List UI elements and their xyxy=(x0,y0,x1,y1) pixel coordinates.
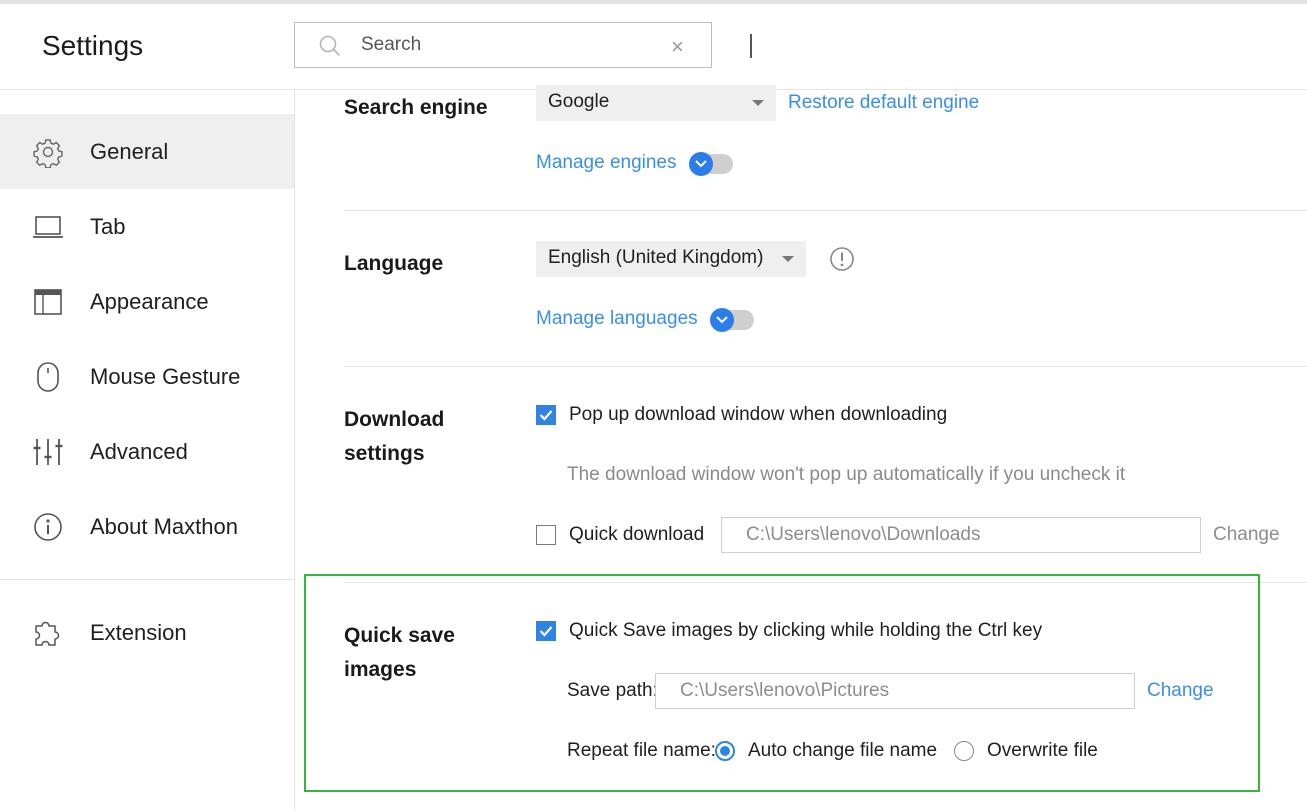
search-engine-select[interactable]: Google xyxy=(536,85,776,121)
sidebar-item-label: Appearance xyxy=(90,289,209,314)
change-download-path-button[interactable]: Change xyxy=(1213,524,1280,546)
clear-search-icon[interactable]: × xyxy=(671,34,684,60)
window-icon xyxy=(34,289,62,315)
sidebar-divider xyxy=(0,579,294,580)
mouse-icon xyxy=(37,362,59,392)
download-settings-title: Download xyxy=(344,408,445,431)
download-settings-title-line2: settings xyxy=(344,442,425,465)
language-value: English (United Kingdom) xyxy=(548,247,764,268)
popup-download-hint: The download window won't pop up automat… xyxy=(567,464,1126,485)
quick-download-label: Quick download xyxy=(569,524,705,545)
sidebar: General Tab Appearance Mouse Gesture Adv… xyxy=(0,90,295,811)
section-divider xyxy=(344,210,1307,211)
sidebar-item-advanced[interactable]: Advanced xyxy=(0,414,294,489)
chevron-down-icon xyxy=(752,100,764,106)
popup-download-checkbox[interactable] xyxy=(536,405,556,425)
sidebar-item-about[interactable]: About Maxthon xyxy=(0,489,294,564)
sidebar-item-tab[interactable]: Tab xyxy=(0,189,294,264)
restore-default-engine-link[interactable]: Restore default engine xyxy=(788,92,979,114)
language-select[interactable]: English (United Kingdom) xyxy=(536,241,806,277)
search-icon xyxy=(319,35,341,57)
sidebar-item-label: About Maxthon xyxy=(90,514,238,539)
top-border xyxy=(0,0,1307,4)
manage-engines-link[interactable]: Manage engines xyxy=(536,152,677,174)
download-path-field[interactable] xyxy=(721,517,1201,553)
toggle-knob xyxy=(710,308,734,332)
manage-languages-toggle[interactable] xyxy=(710,308,754,332)
alert-icon[interactable] xyxy=(829,246,855,272)
chevron-down-icon xyxy=(695,160,707,168)
sidebar-item-label: Extension xyxy=(90,620,187,645)
manage-languages-link[interactable]: Manage languages xyxy=(536,308,698,330)
language-title: Language xyxy=(344,252,444,275)
sidebar-item-general[interactable]: General xyxy=(0,114,294,189)
search-engine-title: Search engine xyxy=(344,96,488,119)
info-icon xyxy=(34,513,62,541)
quick-download-checkbox[interactable] xyxy=(536,525,556,545)
sidebar-item-extension[interactable]: Extension xyxy=(0,595,294,670)
sidebar-item-appearance[interactable]: Appearance xyxy=(0,264,294,339)
sidebar-item-label: Advanced xyxy=(90,439,188,464)
sidebar-item-label: General xyxy=(90,139,169,164)
search-box[interactable]: × xyxy=(294,22,712,68)
gear-icon xyxy=(33,139,63,168)
chevron-down-icon xyxy=(716,316,728,324)
toggle-knob xyxy=(689,152,713,176)
highlight-box xyxy=(304,574,1260,792)
checkmark-icon xyxy=(539,410,553,421)
manage-engines-toggle[interactable] xyxy=(689,152,733,176)
sidebar-item-mouse-gesture[interactable]: Mouse Gesture xyxy=(0,339,294,414)
search-input[interactable] xyxy=(361,31,651,59)
page-title: Settings xyxy=(42,30,144,61)
sidebar-item-label: Tab xyxy=(90,214,126,239)
popup-download-label: Pop up download window when downloading xyxy=(569,404,948,425)
text-cursor xyxy=(750,34,752,58)
search-engine-value: Google xyxy=(548,91,610,112)
sidebar-item-label: Mouse Gesture xyxy=(90,364,241,389)
sliders-icon xyxy=(33,439,63,465)
section-divider xyxy=(344,366,1307,367)
laptop-icon xyxy=(33,216,63,238)
puzzle-icon xyxy=(35,621,60,646)
chevron-down-icon xyxy=(782,256,794,262)
